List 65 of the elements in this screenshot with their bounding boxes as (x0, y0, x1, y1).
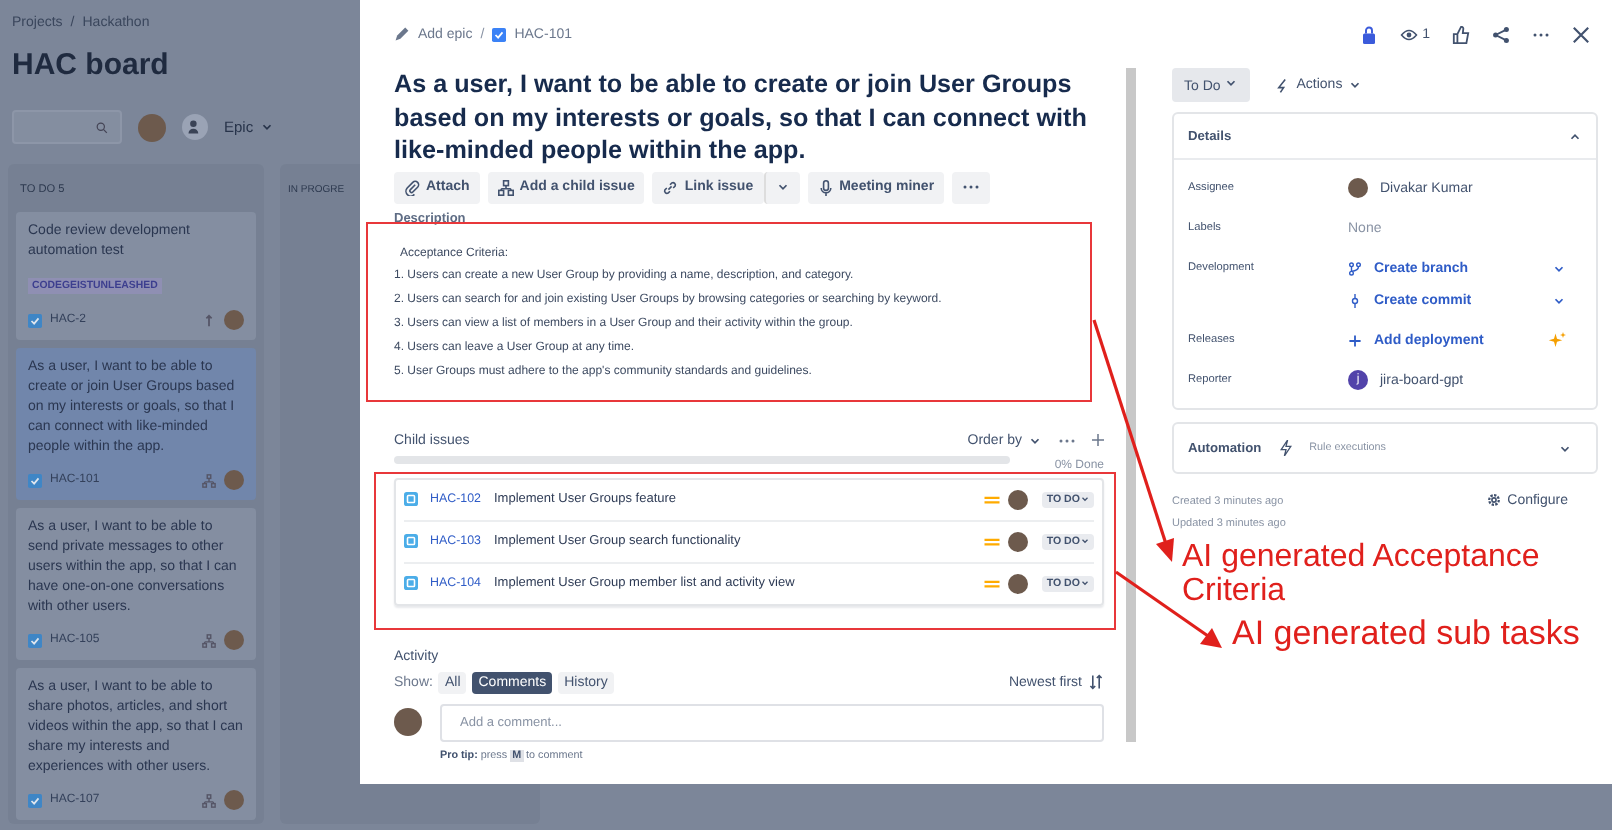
search-icon (96, 121, 108, 133)
avatar (224, 470, 244, 490)
avatar (1008, 489, 1029, 510)
sort-icon (1088, 674, 1104, 691)
avatar (224, 630, 244, 650)
hierarchy-icon (202, 473, 216, 487)
chevron-down-icon (1348, 78, 1363, 92)
lock-icon[interactable] (1360, 25, 1379, 43)
avatar (394, 708, 422, 737)
share-icon[interactable] (1492, 25, 1510, 43)
gear-icon (1485, 492, 1502, 508)
subtask-icon (404, 576, 418, 591)
chevron-down-icon (1028, 433, 1042, 448)
annotation-text: AI generated Acceptance Criteria (1182, 540, 1542, 608)
hierarchy-icon (202, 633, 216, 647)
chevron-down-icon[interactable] (1552, 261, 1566, 275)
chevron-down-icon (1080, 494, 1090, 505)
chevron-down-icon (1080, 578, 1090, 589)
microphone-icon (817, 179, 834, 195)
watch-icon[interactable] (1400, 25, 1419, 43)
add-person-icon[interactable] (182, 114, 208, 140)
hierarchy-icon (497, 179, 514, 195)
collapse-icon[interactable] (1568, 130, 1582, 144)
lightning-icon (1277, 440, 1294, 456)
priority-medium-icon (984, 577, 1001, 590)
chevron-down-icon (1224, 76, 1239, 90)
annotation-text: AI generated sub tasks (1232, 612, 1580, 654)
subtask-icon (404, 492, 418, 507)
add-icon (1348, 333, 1362, 347)
avatar (1348, 178, 1368, 198)
avatar (1008, 531, 1029, 552)
chevron-down-icon (775, 180, 790, 194)
priority-icon (202, 313, 216, 327)
story-checkbox-icon (28, 473, 42, 487)
priority-medium-icon (984, 535, 1001, 548)
scrollbar[interactable] (1126, 68, 1136, 742)
priority-medium-icon (984, 493, 1001, 506)
more-button[interactable] (1058, 437, 1076, 444)
more-icon (962, 184, 981, 190)
avatar (1008, 573, 1029, 594)
paperclip-icon (404, 179, 420, 195)
pencil-icon (394, 26, 410, 42)
avatar (224, 790, 244, 810)
issue-title[interactable]: As a user, I want to be able to create or join User Groups based on my interests or goals, so that I can connect with like-minded people within the app. (394, 68, 1094, 167)
lightning-icon (1274, 77, 1291, 93)
branch-icon (1348, 261, 1362, 275)
story-checkbox-icon (28, 313, 42, 327)
board-title: HAC board (12, 48, 169, 82)
search-field[interactable] (12, 110, 122, 144)
add-icon[interactable] (1092, 434, 1104, 447)
story-checkbox-icon (492, 27, 507, 41)
thumbs-up-icon[interactable] (1452, 25, 1470, 43)
close-icon[interactable] (1572, 25, 1590, 43)
chevron-down-icon[interactable] (1552, 293, 1566, 307)
chevron-down-icon (259, 120, 274, 134)
story-checkbox-icon (28, 793, 42, 807)
chevron-down-icon (1080, 536, 1090, 547)
story-checkbox-icon (28, 633, 42, 647)
more-icon (1058, 437, 1076, 444)
subtask-icon (404, 534, 418, 549)
avatar (224, 310, 244, 330)
link-icon (662, 179, 679, 195)
commit-icon (1348, 293, 1362, 307)
chevron-down-icon (1558, 441, 1572, 455)
hierarchy-icon (202, 793, 216, 807)
